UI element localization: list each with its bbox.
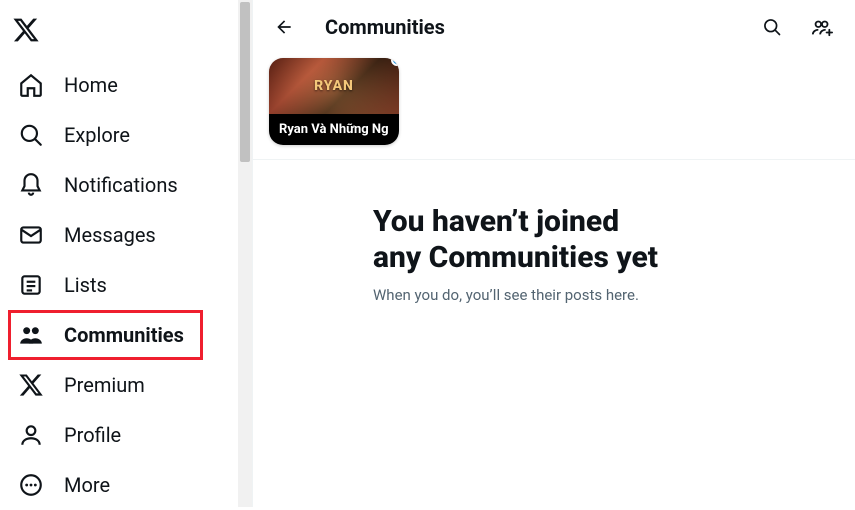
sidebar-item-label: Explore	[64, 123, 130, 147]
list-icon	[18, 272, 44, 298]
empty-state-title: You haven’t joined any Communities yet	[373, 204, 793, 276]
search-icon	[18, 122, 44, 148]
mail-icon	[18, 222, 44, 248]
search-icon	[762, 17, 782, 37]
sidebar-item-label: Profile	[64, 423, 121, 447]
x-logo-icon	[12, 16, 40, 44]
sidebar-item-label: Messages	[64, 223, 156, 247]
community-card[interactable]: RYAN Ryan Và Những Ng	[269, 58, 399, 145]
communities-icon	[18, 322, 44, 348]
sidebar-item-messages[interactable]: Messages	[8, 210, 166, 260]
x-premium-icon	[18, 372, 44, 398]
people-plus-icon	[811, 16, 833, 38]
sidebar-item-lists[interactable]: Lists	[8, 260, 117, 310]
suggested-communities-row: RYAN Ryan Và Những Ng	[253, 54, 855, 160]
sidebar-item-label: Home	[64, 73, 118, 97]
sidebar-item-label: Lists	[64, 273, 107, 297]
page-title: Communities	[325, 15, 731, 39]
arrow-left-icon	[274, 17, 294, 37]
sidebar-item-premium[interactable]: Premium	[8, 360, 155, 410]
x-logo[interactable]	[8, 8, 252, 60]
sidebar-item-profile[interactable]: Profile	[8, 410, 131, 460]
sidebar-item-label: Communities	[64, 323, 184, 347]
community-thumb-text: RYAN	[314, 78, 354, 94]
sidebar-item-label: Notifications	[64, 173, 178, 197]
more-icon	[18, 472, 44, 498]
sidebar-item-more[interactable]: More	[8, 460, 120, 510]
create-community-button[interactable]	[805, 10, 839, 44]
sidebar: Home Explore Notifications Messages List…	[0, 0, 252, 507]
sidebar-item-explore[interactable]: Explore	[8, 110, 140, 160]
sidebar-item-communities[interactable]: Communities	[8, 310, 203, 360]
home-icon	[18, 72, 44, 98]
sidebar-scrollbar-thumb[interactable]	[240, 2, 250, 162]
sidebar-item-notifications[interactable]: Notifications	[8, 160, 188, 210]
bell-icon	[18, 172, 44, 198]
community-card-thumbnail: RYAN	[269, 58, 399, 114]
empty-state: You haven’t joined any Communities yet W…	[253, 160, 855, 304]
sidebar-item-label: More	[64, 473, 110, 497]
sidebar-item-label: Premium	[64, 373, 145, 397]
back-button[interactable]	[267, 10, 301, 44]
sidebar-item-home[interactable]: Home	[8, 60, 128, 110]
profile-icon	[18, 422, 44, 448]
community-card-name: Ryan Và Những Ng	[269, 114, 399, 145]
search-button[interactable]	[755, 10, 789, 44]
page-header: Communities	[253, 0, 855, 54]
sidebar-scrollbar[interactable]	[238, 0, 252, 507]
empty-state-subtitle: When you do, you’ll see their posts here…	[373, 286, 793, 304]
main-content: Communities RYAN Ryan Và Những Ng You ha…	[252, 0, 855, 507]
header-actions	[755, 10, 839, 44]
